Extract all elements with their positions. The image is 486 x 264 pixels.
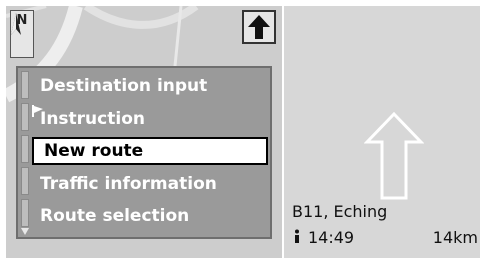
next-street-name: B11, Eching (292, 202, 388, 221)
menu-item-route-selection[interactable]: Route selection (32, 202, 268, 230)
arrival-icon (295, 229, 299, 243)
scrollbar-segment (21, 167, 29, 195)
arrival-time-value: 14:49 (308, 228, 355, 247)
scrollbar-segment (21, 199, 29, 227)
compass-north-indicator[interactable]: N (10, 10, 34, 58)
north-arrow-icon (11, 13, 21, 35)
scroll-down-icon (21, 228, 29, 235)
menu-item-destination-input[interactable]: Destination input (32, 72, 268, 100)
scrollbar-segment (21, 135, 29, 163)
scrollbar-segment (21, 103, 29, 131)
menu-item-instruction[interactable]: Instruction (32, 105, 268, 133)
menu-item-label: Destination input (40, 76, 208, 96)
flag-icon (32, 105, 43, 117)
map-orientation-button[interactable] (242, 10, 276, 44)
menu-item-label: Traffic information (40, 174, 217, 194)
menu-scrollbar[interactable] (21, 71, 29, 236)
navigation-screen: N Destination input Instruction New rout… (6, 6, 480, 258)
menu-item-traffic-information[interactable]: Traffic information (32, 170, 268, 198)
context-menu: Destination input Instruction New route … (16, 66, 272, 239)
menu-item-label: Route selection (40, 206, 190, 226)
arrival-time: 14:49 (292, 228, 354, 247)
up-arrow-icon (248, 15, 270, 39)
menu-item-label: Instruction (40, 109, 145, 129)
menu-item-new-route[interactable]: New route (32, 137, 268, 165)
scrollbar-segment (21, 71, 29, 99)
map-view[interactable]: N Destination input Instruction New rout… (6, 6, 282, 258)
remaining-distance: 14km (432, 228, 478, 247)
straight-ahead-arrow-icon (364, 112, 424, 200)
menu-item-label: New route (44, 141, 144, 161)
